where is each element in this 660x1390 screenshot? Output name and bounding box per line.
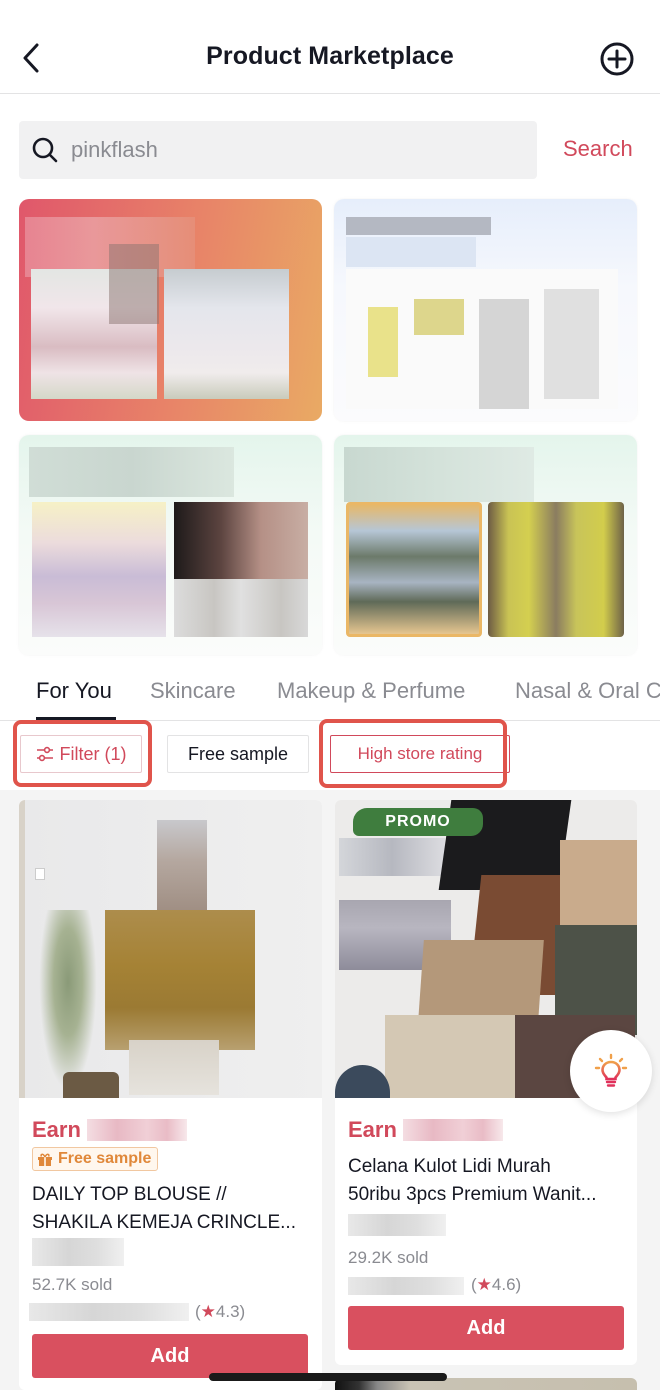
filter-button[interactable]: Filter (1) xyxy=(20,735,142,773)
gift-icon xyxy=(38,1153,52,1166)
promo-tag: PROMO xyxy=(353,808,483,836)
sold-count: 29.2K sold xyxy=(348,1248,429,1267)
free-sample-text: Free sample xyxy=(58,1150,152,1167)
blurred-product-image xyxy=(32,502,166,637)
shop-name-blurred xyxy=(29,1303,189,1321)
search-icon xyxy=(32,137,58,163)
category-tabs: For You Skincare Makeup & Perfume Nasal … xyxy=(0,660,660,721)
product-card[interactable]: Earn Free sample DAILY TOP BLOUSE // SHA… xyxy=(19,800,322,1390)
shop-name-blurred xyxy=(348,1277,464,1295)
promo-banner-1[interactable] xyxy=(19,199,322,421)
add-product-button[interactable]: Add xyxy=(348,1306,624,1350)
tab-skincare[interactable]: Skincare xyxy=(150,678,236,704)
home-indicator xyxy=(209,1373,447,1381)
blurred-product-image xyxy=(164,269,289,399)
search-box xyxy=(19,121,537,179)
store-rating: (★4.3) xyxy=(195,1302,245,1322)
search-button[interactable]: Search xyxy=(563,136,633,162)
plant xyxy=(39,910,97,1090)
blurred-banner-text xyxy=(346,237,476,267)
promo-banner-4[interactable] xyxy=(334,435,637,655)
product-title-line1: Celana Kulot Lidi Murah xyxy=(348,1156,551,1177)
blurred-product-image xyxy=(174,579,308,637)
product-title-line2: 50ribu 3pcs Premium Wanit... xyxy=(348,1184,597,1205)
star-icon: ★ xyxy=(476,1275,492,1294)
filter-label: Filter (1) xyxy=(59,743,127,764)
product-title: DAILY TOP BLOUSE // SHAKILA KEMEJA CRINC… xyxy=(32,1181,312,1237)
plant-pot xyxy=(63,1072,119,1098)
promo-banner-3[interactable] xyxy=(19,435,322,655)
free-sample-badge: Free sample xyxy=(32,1147,159,1171)
tab-makeup-perfume[interactable]: Makeup & Perfume xyxy=(277,678,465,704)
rating-value: 4.6) xyxy=(491,1275,522,1294)
add-product-button[interactable]: Add xyxy=(32,1334,308,1378)
sold-count: 52.7K sold xyxy=(32,1275,113,1294)
blurred-product-image xyxy=(488,502,624,637)
rating-value: 4.3) xyxy=(215,1302,246,1321)
earn-label: Earn xyxy=(32,1117,81,1142)
product-title: Celana Kulot Lidi Murah 50ribu 3pcs Prem… xyxy=(348,1153,628,1209)
blurred-overlay-text xyxy=(339,838,445,876)
star-icon: ★ xyxy=(200,1302,216,1321)
earn-value-blurred xyxy=(87,1119,187,1141)
sliders-icon xyxy=(36,746,53,762)
active-tab-indicator xyxy=(36,717,116,720)
store-rating: (★4.6) xyxy=(471,1275,521,1295)
blurred-product-image xyxy=(346,502,482,637)
top-nav-bar: Product Marketplace xyxy=(0,0,660,94)
earn-label: Earn xyxy=(348,1117,397,1142)
product-title-line1: DAILY TOP BLOUSE // xyxy=(32,1184,227,1205)
lightbulb-icon xyxy=(594,1053,628,1087)
free-sample-chip[interactable]: Free sample xyxy=(167,735,309,773)
blurred-blouse xyxy=(105,910,255,1050)
blurred-product-image xyxy=(174,502,308,579)
add-button[interactable] xyxy=(599,41,635,77)
blurred-banner-text xyxy=(346,217,491,235)
price-blurred xyxy=(32,1238,124,1266)
tab-nasal-oral[interactable]: Nasal & Oral C xyxy=(515,678,660,704)
tab-for-you[interactable]: For You xyxy=(36,678,112,704)
promo-banner-2[interactable] xyxy=(334,199,637,421)
search-input[interactable] xyxy=(71,121,521,179)
product-image xyxy=(19,800,322,1098)
wall-switch xyxy=(35,868,45,880)
blurred-banner-text xyxy=(29,447,234,497)
cream-pants xyxy=(385,1015,515,1098)
blurred-model-head xyxy=(157,820,207,920)
price-blurred xyxy=(348,1214,446,1236)
high-store-rating-chip[interactable]: High store rating xyxy=(330,735,510,773)
earn-value-blurred xyxy=(403,1119,503,1141)
plus-circle-icon xyxy=(600,42,634,76)
product-title-line2: SHAKILA KEMEJA CRINCLE... xyxy=(32,1212,296,1233)
page-title: Product Marketplace xyxy=(206,42,454,70)
blurred-banner-text xyxy=(344,447,534,502)
tips-fab-button[interactable] xyxy=(570,1030,652,1112)
